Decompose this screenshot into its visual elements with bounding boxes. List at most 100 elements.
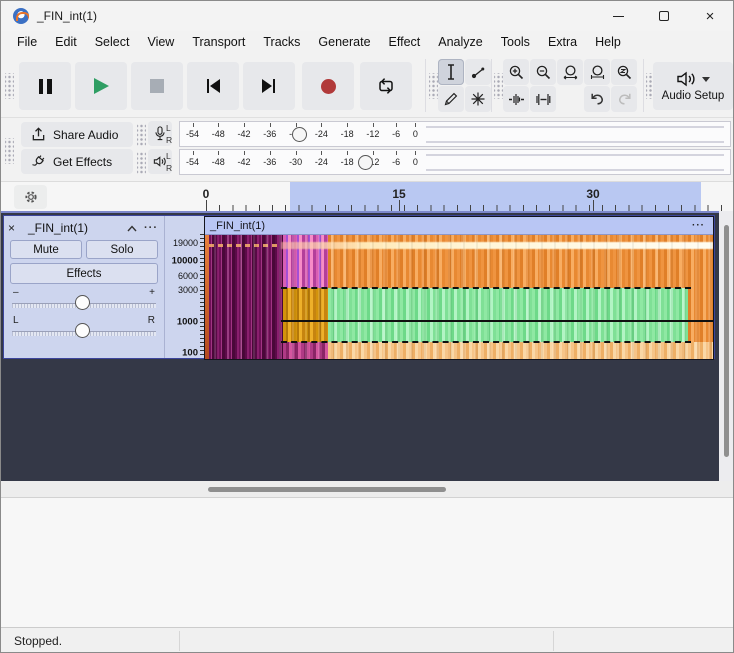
fit-selection-button[interactable]: [557, 59, 583, 85]
timeline-ruler[interactable]: 0 15 30: [1, 181, 733, 211]
pause-button[interactable]: [19, 62, 71, 110]
zoom-toggle-button[interactable]: [611, 59, 637, 85]
stop-button[interactable]: [131, 62, 183, 110]
menu-tracks[interactable]: Tracks: [254, 33, 309, 51]
gain-slider-thumb[interactable]: [75, 295, 90, 310]
silence-audio-button[interactable]: [530, 86, 556, 112]
fit-project-button[interactable]: [584, 59, 610, 85]
vertical-scrollbar[interactable]: [719, 211, 734, 481]
playback-meter-scale: -54 -48 -42 -36 -30 -24 -18 -12 -6 0: [186, 150, 418, 174]
share-audio-button[interactable]: Share Audio: [21, 122, 133, 147]
timeline-options-button[interactable]: [14, 185, 47, 209]
minimize-button[interactable]: [595, 1, 641, 31]
gain-slider[interactable]: [12, 300, 156, 308]
pan-slider-thumb[interactable]: [75, 323, 90, 338]
zoom-in-button[interactable]: [503, 59, 529, 85]
loop-button[interactable]: [360, 62, 412, 110]
skip-to-end-icon: [259, 77, 279, 95]
draw-tool-button[interactable]: [438, 86, 464, 112]
menu-effect[interactable]: Effect: [380, 33, 430, 51]
playback-meter[interactable]: LR -54 -48 -42 -36 -30 -24 -18 -12 -6 0: [179, 149, 731, 175]
menu-file[interactable]: File: [8, 33, 46, 51]
recording-meter[interactable]: LR -54 -48 -42 -36 -30 -24 -18 -12 -6 0: [179, 121, 731, 147]
spectral-selection-top-bound[interactable]: [281, 287, 691, 289]
horizontal-scrollbar[interactable]: [1, 481, 733, 497]
menu-help[interactable]: Help: [586, 33, 630, 51]
title-bar: _FIN_int(1) ×: [1, 1, 733, 31]
audacity-logo-icon: [13, 8, 29, 24]
status-text: Stopped.: [14, 634, 62, 648]
track-menu-icon[interactable]: ···: [142, 222, 160, 234]
track-canvas[interactable]: × _FIN_int(1) ··· Mute Solo Effects – + …: [1, 211, 719, 481]
share-toolbar-grip[interactable]: [5, 138, 14, 164]
spectral-selection-center-line[interactable]: [281, 320, 713, 322]
pan-right-label: R: [148, 315, 155, 326]
track-close-icon[interactable]: ×: [8, 221, 24, 235]
redo-button[interactable]: [611, 86, 637, 112]
menu-view[interactable]: View: [138, 33, 183, 51]
record-meter-grip[interactable]: [137, 124, 146, 146]
trim-audio-button[interactable]: [503, 86, 529, 112]
envelope-tool-button[interactable]: [465, 59, 491, 85]
playback-volume-slider[interactable]: [358, 155, 373, 170]
play-button[interactable]: [75, 62, 127, 110]
menu-generate[interactable]: Generate: [309, 33, 379, 51]
scale-label: -48: [212, 157, 225, 167]
stop-icon: [150, 79, 164, 93]
status-bar: Stopped.: [1, 627, 733, 653]
undo-button[interactable]: [584, 86, 610, 112]
spectrogram[interactable]: [205, 235, 713, 359]
playback-meter-grip[interactable]: [137, 152, 146, 174]
recording-volume-slider[interactable]: [292, 127, 307, 142]
record-button[interactable]: [302, 62, 354, 110]
menu-analyze[interactable]: Analyze: [429, 33, 491, 51]
scale-label: -6: [392, 129, 400, 139]
effects-button[interactable]: Effects: [10, 263, 158, 284]
multi-tool-icon: [470, 91, 486, 107]
selection-tool-button[interactable]: [438, 59, 464, 85]
transport-toolbar-grip[interactable]: [5, 73, 14, 99]
status-divider: [553, 631, 554, 651]
spectral-selection-bottom-bound[interactable]: [281, 341, 691, 343]
record-meter-right-label: R: [166, 135, 172, 145]
menu-bar: File Edit Select View Transport Tracks G…: [1, 31, 733, 53]
microphone-icon: [153, 125, 167, 142]
get-effects-button[interactable]: Get Effects: [21, 149, 133, 174]
playback-meter-bar-left: [426, 154, 724, 156]
close-button[interactable]: ×: [687, 1, 733, 31]
bottom-toolbars: Tempo 120 Time Signature 4 / 4 Snap Cent…: [1, 497, 733, 627]
ruler-label-15: 15: [392, 187, 405, 201]
audio-clip[interactable]: _FIN_int(1) ···: [204, 216, 714, 360]
zoom-toggle-icon: [616, 64, 633, 81]
edit-toolbar-grip[interactable]: [494, 73, 503, 99]
zoom-out-button[interactable]: [530, 59, 556, 85]
scale-label: -12: [366, 129, 379, 139]
frequency-ruler: 19000 10000 6000 3000 1000 100: [164, 216, 204, 358]
skip-to-start-button[interactable]: [187, 62, 239, 110]
clip-menu-icon[interactable]: ···: [692, 220, 705, 231]
freq-label: 19000: [173, 238, 198, 248]
tools-toolbar-grip[interactable]: [429, 73, 438, 99]
audio-setup-button[interactable]: Audio Setup: [653, 62, 733, 110]
pencil-icon: [443, 91, 459, 107]
menu-select[interactable]: Select: [86, 33, 139, 51]
play-icon: [94, 78, 109, 94]
menu-extra[interactable]: Extra: [539, 33, 586, 51]
pan-slider[interactable]: [12, 328, 156, 336]
solo-button[interactable]: Solo: [86, 240, 158, 259]
menu-tools[interactable]: Tools: [492, 33, 539, 51]
multi-tool-button[interactable]: [465, 86, 491, 112]
playback-meter-right-label: R: [166, 163, 172, 173]
menu-transport[interactable]: Transport: [183, 33, 254, 51]
horizontal-scrollbar-thumb[interactable]: [208, 487, 446, 492]
vertical-scrollbar-thumb[interactable]: [724, 225, 729, 457]
clip-header[interactable]: _FIN_int(1) ···: [205, 217, 713, 235]
track-name[interactable]: _FIN_int(1): [24, 221, 122, 235]
menu-edit[interactable]: Edit: [46, 33, 86, 51]
collapse-chevron-icon[interactable]: [122, 221, 142, 235]
skip-to-end-button[interactable]: [243, 62, 295, 110]
scale-label: -36: [263, 129, 276, 139]
maximize-button[interactable]: [641, 1, 687, 31]
mute-button[interactable]: Mute: [10, 240, 82, 259]
toolbar-divider: [643, 59, 644, 112]
